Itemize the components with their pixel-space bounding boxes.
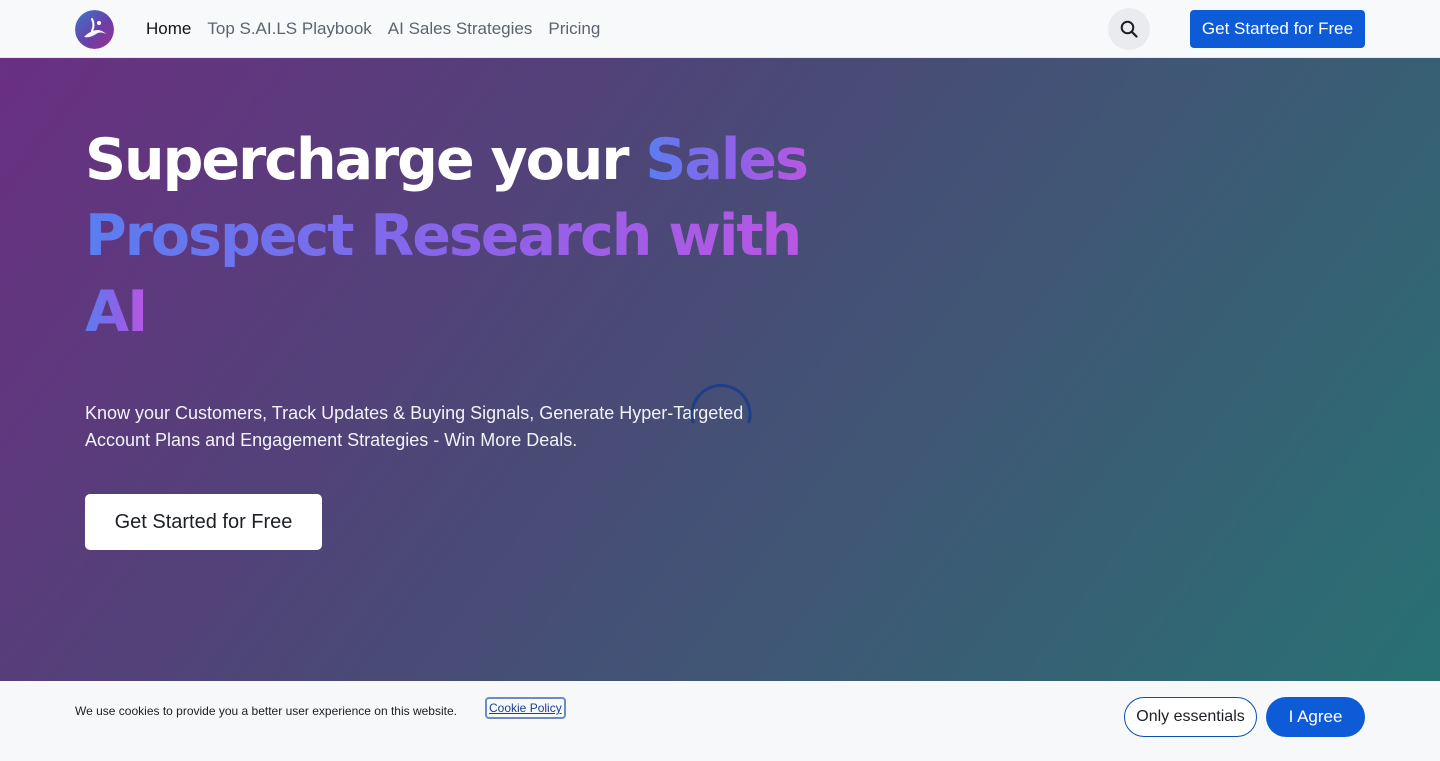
- agree-button[interactable]: I Agree: [1266, 697, 1365, 737]
- hero-title-highlight-1: Sales: [645, 127, 809, 193]
- brand-logo-icon[interactable]: [75, 10, 114, 49]
- hero-title: Supercharge your Sales Prospect Research …: [85, 122, 845, 350]
- nav-link-home[interactable]: Home: [146, 19, 191, 39]
- cookie-policy-link[interactable]: Cookie Policy: [485, 697, 566, 719]
- header-get-started-button[interactable]: Get Started for Free: [1190, 10, 1365, 48]
- main-nav: Home Top S.AI.LS Playbook AI Sales Strat…: [146, 0, 600, 58]
- search-button[interactable]: [1108, 8, 1150, 50]
- loading-spinner-icon: [690, 383, 752, 424]
- hero-title-white: Supercharge your: [85, 127, 646, 193]
- nav-link-ai-sales-strategies[interactable]: AI Sales Strategies: [388, 19, 533, 39]
- nav-link-pricing[interactable]: Pricing: [548, 19, 600, 39]
- cookie-consent-bar: We use cookies to provide you a better u…: [0, 681, 1440, 761]
- site-header: Home Top S.AI.LS Playbook AI Sales Strat…: [0, 0, 1440, 58]
- hero-title-highlight-3: AI: [85, 279, 148, 345]
- only-essentials-button[interactable]: Only essentials: [1124, 697, 1257, 737]
- hero-title-highlight-2: Prospect Research with: [85, 203, 802, 269]
- hero-get-started-button[interactable]: Get Started for Free: [85, 494, 322, 550]
- hero-section: Supercharge your Sales Prospect Research …: [0, 58, 1440, 681]
- cookie-message: We use cookies to provide you a better u…: [75, 704, 457, 718]
- nav-link-playbook[interactable]: Top S.AI.LS Playbook: [207, 19, 371, 39]
- hero-subtitle-line-2: Account Plans and Engagement Strategies …: [85, 430, 578, 450]
- logo-graphic: [75, 10, 114, 49]
- search-icon: [1120, 20, 1138, 38]
- hero-subtitle-line-1: Know your Customers, Track Updates & Buy…: [85, 403, 744, 423]
